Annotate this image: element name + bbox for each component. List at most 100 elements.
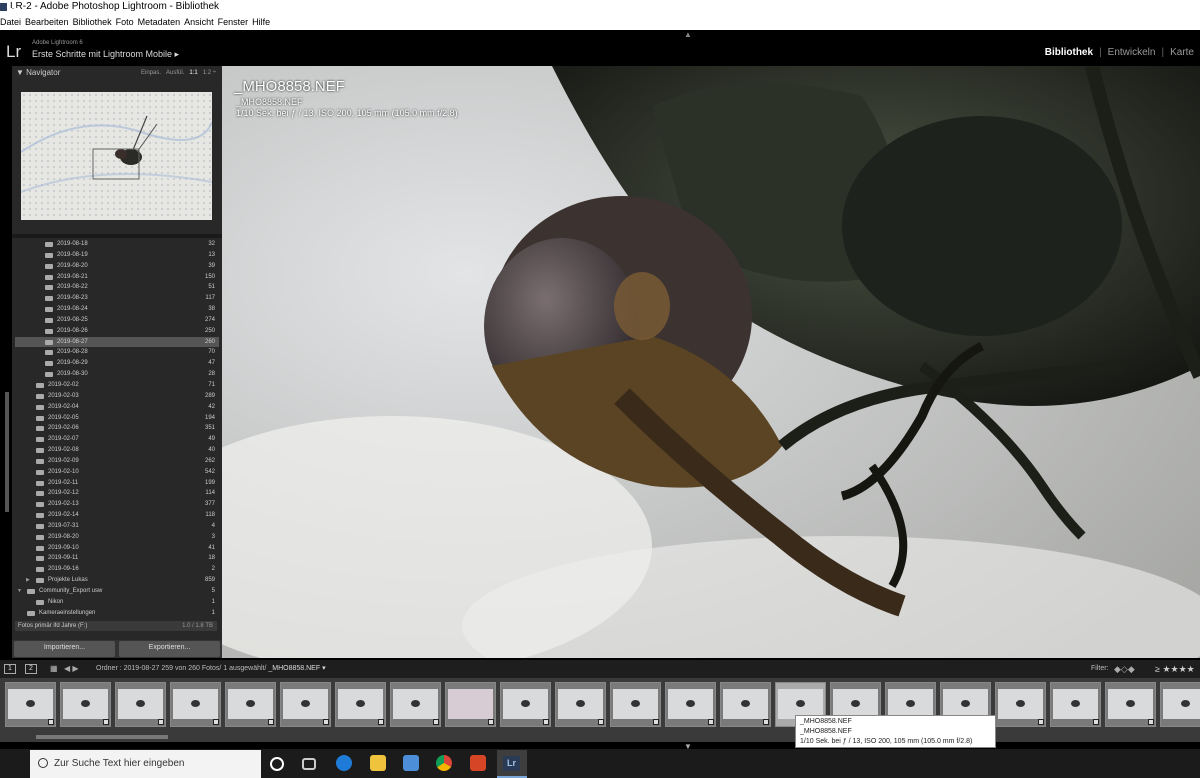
file-explorer-icon[interactable] (370, 755, 386, 771)
folder-row[interactable]: ▼ Community_Export usw 5 (15, 586, 219, 597)
folder-row[interactable]: 2019-08-30 28 (15, 369, 219, 380)
folder-row[interactable]: 2019-08-28 70 (15, 347, 219, 358)
folder-row[interactable]: 2019-02-07 49 (15, 434, 219, 445)
mail-icon[interactable] (403, 755, 419, 771)
folder-row[interactable]: 2019-09-10 41 (15, 543, 219, 554)
lightroom-taskbar-icon[interactable]: Lr (503, 756, 520, 771)
drive-row[interactable]: Fotos primär ifd Jahre (F:) 1.0 / 1.8 TB (15, 621, 217, 631)
zoom-1-1[interactable]: 1:1 (189, 66, 197, 80)
folder-row[interactable]: 2019-02-06 351 (15, 423, 219, 434)
triangle-right-icon[interactable]: ▶ (26, 575, 30, 586)
filmstrip-thumbnail[interactable] (280, 682, 331, 727)
edited-badge-icon (653, 719, 659, 725)
folder-row[interactable]: Kameraeinstellungen 1 (15, 608, 219, 619)
folder-row[interactable]: ▶ Projekte Lukas 859 (15, 575, 219, 586)
chrome-icon[interactable] (436, 755, 452, 771)
module-library[interactable]: Bibliothek (1045, 47, 1093, 58)
navigator-preview[interactable] (21, 92, 212, 220)
mobile-link[interactable]: Erste Schritte mit Lightroom Mobile ▸ (32, 49, 179, 60)
folder-row[interactable]: 2019-02-13 377 (15, 499, 219, 510)
zoom-fit[interactable]: Einpas. (141, 66, 161, 80)
folder-row[interactable]: 2019-02-12 114 (15, 488, 219, 499)
filmstrip-thumbnail[interactable] (390, 682, 441, 727)
menu-metadaten[interactable]: Metadaten (138, 14, 185, 30)
folder-row[interactable]: 2019-02-14 118 (15, 510, 219, 521)
filmstrip-thumbnail[interactable] (60, 682, 111, 727)
source-file[interactable]: _MHO8858.NEF ▾ (268, 665, 325, 672)
source-path[interactable]: Ordner : 2019-08-27 259 von 260 Fotos/ 1… (96, 660, 326, 678)
flag-filter-icon[interactable]: ◆◇◆ (1114, 660, 1135, 678)
collapse-top-arrow-icon[interactable]: ▲ (684, 30, 692, 39)
module-map[interactable]: Karte (1170, 47, 1194, 58)
folder-row[interactable]: 2019-07-31 4 (15, 521, 219, 532)
import-button[interactable]: Importieren... (14, 641, 115, 657)
folder-row[interactable]: 2019-08-27 260 (15, 336, 219, 348)
filmstrip-thumbnail[interactable] (170, 682, 221, 727)
folder-row[interactable]: 2019-02-09 262 (15, 456, 219, 467)
filmstrip-thumbnail[interactable] (115, 682, 166, 727)
thumbnail-subject (81, 700, 90, 707)
edge-icon[interactable] (336, 755, 352, 771)
back-forward-arrows-icon[interactable]: ◀ ▶ (64, 660, 79, 678)
folder-row[interactable]: 2019-02-05 194 (15, 413, 219, 424)
office-icon[interactable] (470, 755, 486, 771)
folder-row[interactable]: 2019-02-10 542 (15, 467, 219, 478)
folder-row[interactable]: 2019-08-19 13 (15, 250, 219, 261)
windows-start-icon[interactable] (7, 8, 19, 20)
menu-fenster[interactable]: Fenster (218, 14, 253, 30)
thumbnail-subject (906, 700, 915, 707)
folder-row[interactable]: 2019-08-21 150 (15, 272, 219, 283)
left-panel-scrollbar[interactable] (5, 392, 9, 512)
filmstrip-thumbnail[interactable] (225, 682, 276, 727)
cortana-icon[interactable] (270, 757, 284, 771)
folder-row[interactable]: 2019-02-02 71 (15, 380, 219, 391)
filmstrip-thumbnail[interactable] (1050, 682, 1101, 727)
folder-row[interactable]: 2019-08-25 274 (15, 315, 219, 326)
triangle-down-icon[interactable]: ▼ (17, 586, 22, 597)
secondary-display-1-button[interactable]: 1 (4, 664, 16, 674)
filmstrip-thumbnail[interactable] (5, 682, 56, 727)
filmstrip-thumbnail[interactable] (500, 682, 551, 727)
filmstrip-scrollbar[interactable] (36, 735, 168, 739)
menu-hilfe[interactable]: Hilfe (252, 14, 274, 30)
folder-row[interactable]: 2019-08-23 117 (15, 293, 219, 304)
folder-row[interactable]: 2019-08-24 38 (15, 304, 219, 315)
folder-row[interactable]: 2019-08-29 47 (15, 358, 219, 369)
filmstrip-thumbnail[interactable] (610, 682, 661, 727)
filmstrip-thumbnail[interactable] (995, 682, 1046, 727)
folder-row[interactable]: 2019-09-11 18 (15, 553, 219, 564)
menu-bibliothek[interactable]: Bibliothek (73, 14, 116, 30)
folder-row[interactable]: 2019-08-20 3 (15, 532, 219, 543)
menu-foto[interactable]: Foto (116, 14, 138, 30)
folder-row[interactable]: Nikon 1 (15, 597, 219, 608)
zoom-1-2[interactable]: 1:2 ÷ (203, 66, 216, 80)
menu-bearbeiten[interactable]: Bearbeiten (25, 14, 73, 30)
folder-row[interactable]: 2019-09-16 2 (15, 564, 219, 575)
folder-row[interactable]: 2019-02-04 42 (15, 402, 219, 413)
main-photo-view[interactable] (222, 66, 1200, 658)
filmstrip-thumbnail[interactable] (720, 682, 771, 727)
menu-ansicht[interactable]: Ansicht (184, 14, 218, 30)
secondary-display-2-button[interactable]: 2 (25, 664, 37, 674)
folder-row[interactable]: 2019-02-08 40 (15, 445, 219, 456)
folder-row[interactable]: 2019-08-22 51 (15, 282, 219, 293)
filmstrip-thumbnail[interactable] (1105, 682, 1156, 727)
folder-row[interactable]: 2019-02-11 199 (15, 478, 219, 489)
filmstrip-thumbnail[interactable] (1160, 682, 1200, 727)
taskbar-search-input[interactable]: Zur Suche Text hier eingeben (30, 750, 261, 778)
folder-row[interactable]: 2019-08-18 32 (15, 239, 219, 250)
folder-row[interactable]: 2019-08-26 250 (15, 326, 219, 337)
task-view-icon[interactable] (302, 758, 316, 770)
filmstrip-thumbnail[interactable] (665, 682, 716, 727)
star-filter[interactable]: ≥ ★★★★ (1155, 660, 1195, 678)
filmstrip-thumbnail[interactable] (445, 682, 496, 727)
filmstrip-thumbnail[interactable] (555, 682, 606, 727)
folder-row[interactable]: 2019-02-03 289 (15, 391, 219, 402)
filmstrip-thumbnail[interactable] (335, 682, 386, 727)
window-title: LR-2 - Adobe Photoshop Lightroom - Bibli… (10, 1, 220, 12)
export-button[interactable]: Exportieren... (119, 641, 220, 657)
folder-row[interactable]: 2019-08-20 39 (15, 261, 219, 272)
module-develop[interactable]: Entwickeln (1108, 47, 1156, 58)
grid-view-icon[interactable]: ▦ (50, 664, 60, 673)
zoom-fill[interactable]: Ausfül. (166, 66, 184, 80)
